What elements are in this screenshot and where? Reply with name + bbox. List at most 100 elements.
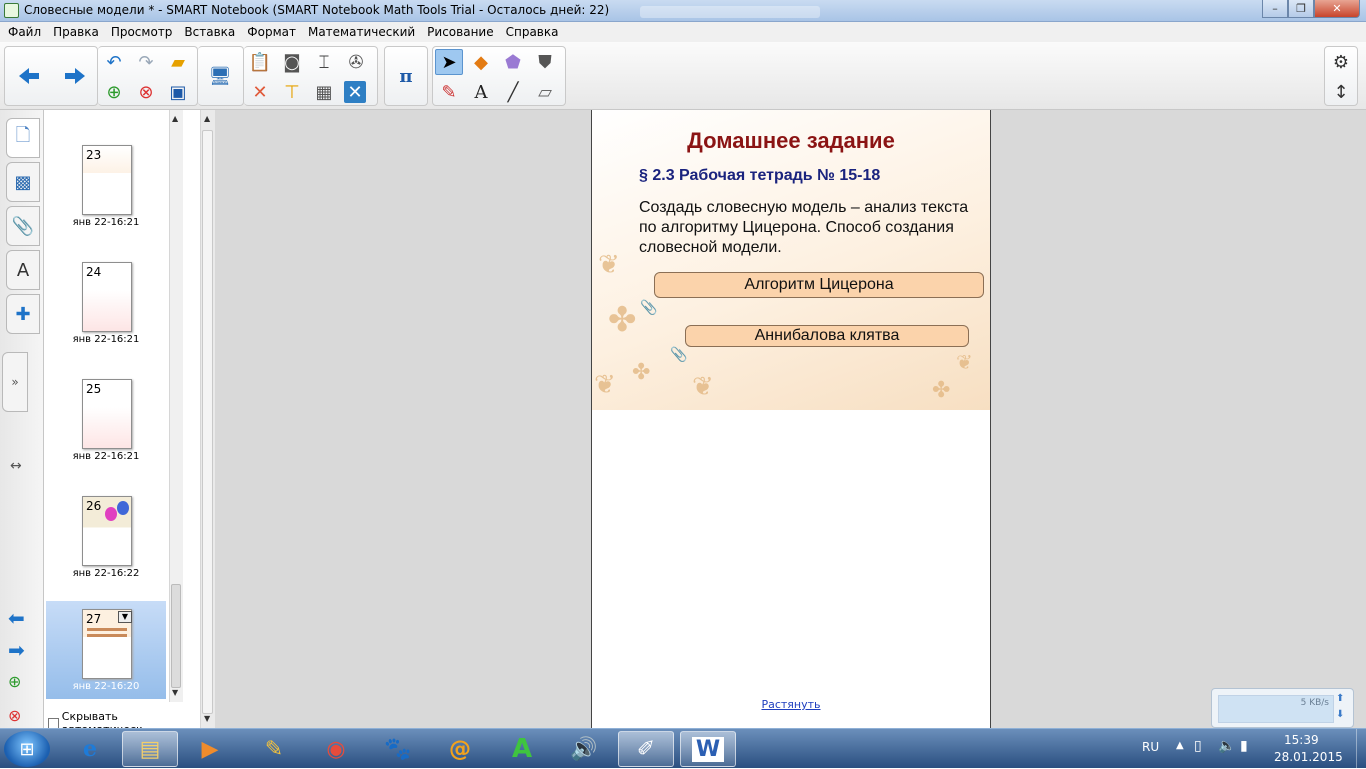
line-tool-button[interactable]: ╱ (499, 79, 527, 105)
page-thumb-24[interactable]: 24 янв 22-16:21 (46, 254, 166, 354)
sidebar-back-button[interactable]: ⬅ (8, 606, 25, 630)
math-tools-button[interactable]: π (392, 63, 420, 89)
screen-shade-toggle[interactable]: ⊤ (278, 79, 306, 105)
scroll-thumb[interactable] (202, 130, 213, 714)
taskbar-word[interactable]: W (680, 731, 736, 767)
close-button[interactable]: ✕ (1314, 0, 1360, 18)
page-thumb-23[interactable]: 23 янв 22-16:21 (46, 137, 166, 237)
thumb-menu-button[interactable]: ▼ (118, 611, 132, 623)
start-button[interactable]: ⊞ (4, 731, 50, 767)
menu-draw[interactable]: Рисование (421, 22, 499, 42)
taskbar-mail-agent[interactable]: @ (432, 731, 488, 767)
taskbar-chrome[interactable]: ◉ (308, 731, 364, 767)
tab-gallery[interactable]: ▩ (6, 162, 40, 202)
undo-button[interactable]: ↶ (100, 49, 128, 75)
sidebar-add-page-button[interactable]: ⊕ (8, 672, 21, 691)
forward-page-button[interactable] (61, 63, 89, 89)
toolbar-move-button[interactable]: ↕ (1327, 79, 1355, 105)
add-page-button[interactable]: ⊕ (100, 79, 128, 105)
notebook-page[interactable]: ❦ ✤ ❦ ✤ ❦ ✤ ❦ Домашнее задание § 2.3 Раб… (591, 110, 991, 728)
network-tray-icon[interactable]: ▯ (1194, 738, 1202, 754)
menu-help[interactable]: Справка (500, 22, 565, 42)
save-button[interactable]: ▣ (164, 79, 192, 105)
shapes-tool-button[interactable]: ◆ (467, 49, 495, 75)
menu-view[interactable]: Просмотр (105, 22, 179, 42)
taskbar-ie[interactable]: e (62, 731, 118, 767)
auto-hide-checkbox[interactable] (48, 717, 59, 729)
thumb-image: 25 (82, 379, 132, 449)
scroll-thumb[interactable] (171, 584, 181, 688)
table-button[interactable]: ▦ (310, 79, 338, 105)
paste-button[interactable]: 📋 (246, 49, 274, 75)
pens-tool-button[interactable]: ✎ (435, 79, 463, 105)
scroll-down-icon[interactable]: ▼ (204, 714, 210, 723)
shade-icon: ⊤ (284, 81, 300, 103)
fill-tool-button[interactable]: ⛊ (531, 49, 559, 75)
page-thumb-26[interactable]: 26 янв 22-16:22 (46, 488, 166, 588)
sidebar-collapse-handle[interactable]: » (2, 352, 28, 412)
tray-time[interactable]: 15:39 (1284, 733, 1319, 747)
stretch-page-link[interactable]: Растянуть (592, 698, 990, 711)
upload-arrow-icon[interactable]: ⬆ (1336, 693, 1344, 704)
taskbar-gimp[interactable]: 🐾 (370, 731, 426, 767)
redo-button[interactable]: ↷ (132, 49, 160, 75)
taskbar-smart-notebook[interactable]: ✐ (618, 731, 674, 767)
page-thumb-25[interactable]: 25 янв 22-16:21 (46, 371, 166, 471)
minimize-button[interactable]: – (1262, 0, 1288, 18)
eraser-tool-button[interactable]: ▱ (531, 79, 559, 105)
sorter-scrollbar[interactable]: ▲ ▼ (169, 110, 183, 702)
taskbar-volume-app[interactable]: 🔊 (556, 731, 612, 767)
arrow-right-icon: ➡ (8, 638, 25, 662)
network-monitor-widget: 5 KB/s ⬆ ⬇ (1211, 688, 1354, 728)
open-button[interactable]: ▰ (164, 49, 192, 75)
text-tool-button[interactable]: ⌶ (310, 49, 338, 75)
tab-properties[interactable]: A (6, 250, 40, 290)
back-page-button[interactable] (15, 63, 43, 89)
text-color-button[interactable]: A (467, 79, 495, 105)
sidebar-forward-button[interactable]: ➡ (8, 638, 25, 662)
paperclip-icon[interactable]: 📎 (640, 300, 657, 316)
nav-group (4, 46, 98, 106)
window-titlebar: Словесные модели * - SMART Notebook (SMA… (0, 0, 1366, 22)
screen-shade-button[interactable]: 🖥 (206, 63, 234, 89)
page-thumb-27[interactable]: 27 ▼ янв 22-16:20 (46, 601, 166, 699)
taskbar-media-player[interactable]: ▶ (182, 731, 238, 767)
magic-pen-button[interactable]: ⬟ (499, 49, 527, 75)
taskbar-explorer[interactable]: ▤ (122, 731, 178, 767)
tray-date[interactable]: 28.01.2015 (1274, 750, 1343, 764)
menu-edit[interactable]: Правка (47, 22, 105, 42)
volume-tray-icon[interactable]: 🔈 (1218, 738, 1235, 754)
screen-capture-button[interactable]: ◙ (278, 49, 306, 75)
menu-format[interactable]: Формат (241, 22, 302, 42)
menu-math[interactable]: Математический (302, 22, 421, 42)
hannibal-oath-button[interactable]: Аннибалова клятва (685, 325, 969, 347)
select-tool-button[interactable]: ➤ (435, 49, 463, 75)
download-arrow-icon[interactable]: ⬇ (1336, 709, 1344, 720)
show-desktop-button[interactable] (1356, 729, 1366, 769)
scroll-up-icon[interactable]: ▲ (172, 114, 178, 123)
tab-addons[interactable]: ✚ (6, 294, 40, 334)
tab-page-sorter[interactable]: 🗋 (6, 118, 40, 158)
show-hidden-icons[interactable]: ▲ (1176, 740, 1184, 751)
scroll-down-icon[interactable]: ▼ (172, 688, 178, 697)
paperclip-icon[interactable]: 📎 (670, 347, 687, 363)
sidebar-delete-page-button[interactable]: ⊗ (8, 706, 21, 725)
sidebar-move-button[interactable]: ↔ (10, 458, 22, 474)
close-document-button[interactable]: ✕ (344, 81, 366, 103)
restore-button[interactable]: ❐ (1288, 0, 1314, 18)
taskbar-app-a[interactable]: A (494, 731, 550, 767)
delete-button[interactable]: ✕ (246, 79, 274, 105)
taskbar-paint[interactable]: ✎ (246, 731, 302, 767)
language-indicator[interactable]: RU (1142, 740, 1159, 754)
spellcheck-button[interactable]: ✇ (342, 49, 370, 75)
sidebar-splitter[interactable]: ▲ ▼ (200, 110, 215, 728)
add-page-icon: ⊕ (8, 672, 22, 691)
signal-tray-icon[interactable]: ▮ (1240, 738, 1248, 754)
cicero-algorithm-button[interactable]: Алгоритм Цицерона (654, 272, 984, 298)
tab-attachments[interactable]: 📎 (6, 206, 40, 246)
scroll-up-icon[interactable]: ▲ (204, 114, 210, 123)
settings-button[interactable]: ⚙ (1327, 49, 1355, 75)
menu-file[interactable]: Файл (2, 22, 47, 42)
menu-insert[interactable]: Вставка (178, 22, 241, 42)
delete-page-button[interactable]: ⊗ (132, 79, 160, 105)
